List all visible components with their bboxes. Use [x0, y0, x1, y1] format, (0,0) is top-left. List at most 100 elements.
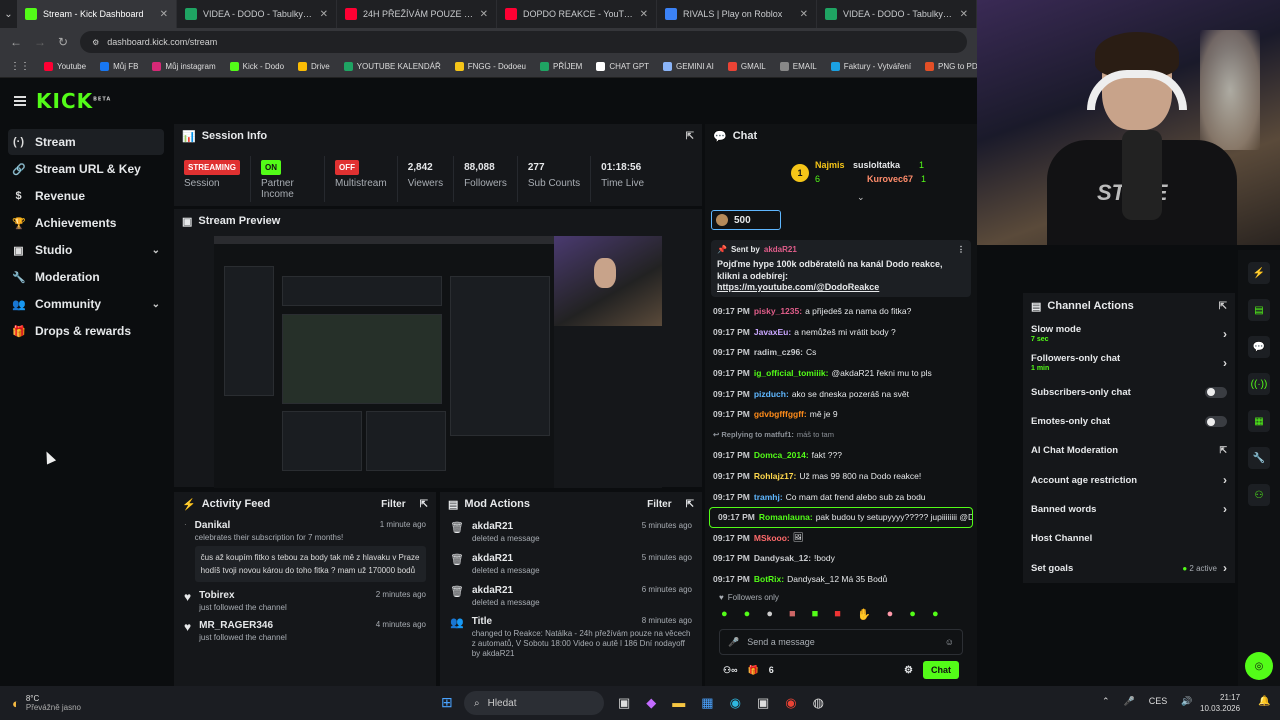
emote-icon[interactable]: ■	[834, 608, 841, 621]
chat-message[interactable]: 09:17 PM Rohlajz17: Už mas 99 800 na Dodo …	[705, 466, 977, 487]
browser-tab[interactable]: 24H PŘEŽÍVÁM POUZE NA VĚC ✕	[337, 0, 497, 28]
channel-action-banned-words[interactable]: Banned words ›	[1023, 495, 1235, 524]
bookmark-item[interactable]: PŘÍJEM	[539, 62, 582, 71]
chat-message[interactable]: 09:17 PM Romanlauna: pak budou ty setupyyy…	[709, 506, 973, 528]
task-view-icon[interactable]: ▣	[618, 695, 630, 711]
message-user[interactable]: pisky_1235:	[754, 306, 802, 316]
emote-icon[interactable]: ■	[789, 608, 796, 621]
chrome-icon[interactable]: ◉	[785, 695, 796, 711]
browser-tab[interactable]: Stream - Kick Dashboard ✕	[17, 0, 177, 28]
bookmark-item[interactable]: FNGG - Dodoeu	[454, 62, 526, 71]
sidebar-item-community[interactable]: 👥 Community ⌄	[8, 291, 164, 317]
toggle-switch[interactable]	[1205, 386, 1227, 398]
close-icon[interactable]: ✕	[480, 9, 488, 20]
close-icon[interactable]: ✕	[800, 9, 808, 20]
bookmark-item[interactable]: CHAT GPT	[596, 62, 649, 71]
language-indicator[interactable]: CES	[1149, 696, 1168, 707]
menu-icon[interactable]	[14, 94, 26, 108]
emote-icon[interactable]: ■	[812, 608, 819, 621]
copilot-icon[interactable]: ◆	[646, 695, 656, 711]
chat-message[interactable]: 09:17 PM Dandysak_12: !body	[705, 548, 977, 569]
bookmark-item[interactable]: Faktury - Vytváření	[830, 62, 911, 71]
lightning-icon[interactable]: ⚡	[1248, 262, 1270, 284]
close-icon[interactable]: ✕	[960, 9, 968, 20]
chevron-down-icon[interactable]: ⌄	[857, 192, 865, 203]
weather-widget[interactable]: ◐ 8°C Převážně jasno	[0, 694, 300, 712]
chevron-right-icon[interactable]: ›	[1223, 561, 1227, 575]
message-user[interactable]: JavaxEu:	[754, 327, 791, 337]
mic-tray-icon[interactable]: 🎤	[1124, 696, 1135, 707]
terminal-icon[interactable]: ▣	[757, 695, 769, 711]
bookmark-item[interactable]: Youtube	[44, 62, 86, 71]
store-icon[interactable]: ▦	[701, 695, 713, 711]
stream-preview-video[interactable]	[214, 236, 662, 488]
chat-message[interactable]: 09:17 PM tramhj: Co mam dat frend alebo su…	[705, 486, 977, 507]
expand-icon[interactable]: ⇱	[686, 131, 694, 142]
sidebar-item-moderation[interactable]: 🔧 Moderation	[8, 264, 164, 290]
chat-bubble-icon[interactable]: 💬	[1248, 336, 1270, 358]
chevron-down-icon[interactable]: ⌄	[152, 299, 160, 310]
external-link-icon[interactable]: ⇱	[1219, 445, 1227, 456]
message-user[interactable]: Dandysak_12:	[754, 553, 811, 563]
people-icon[interactable]: ⚇	[1248, 484, 1270, 506]
chevron-down-icon[interactable]: ⌄	[152, 245, 160, 256]
chevron-right-icon[interactable]: ›	[1223, 502, 1227, 516]
taskbar-search[interactable]: ⌕ Hledat	[464, 691, 604, 715]
layout-icon[interactable]: ▦	[1248, 410, 1270, 432]
pinned-link[interactable]: https://m.youtube.com/@DodoReakce	[717, 282, 965, 292]
bookmark-item[interactable]: EMAIL	[779, 62, 817, 71]
emote-icon[interactable]: ●	[932, 608, 939, 621]
sidebar-item-studio[interactable]: ▣ Studio ⌄	[8, 237, 164, 263]
support-icon[interactable]: ◎	[1245, 652, 1273, 680]
activity-filter-button[interactable]: Filter	[381, 499, 405, 510]
chat-message[interactable]: 09:17 PM pizduch: ako se dneska pozeráš na…	[705, 383, 977, 404]
message-user[interactable]: Domca_2014:	[754, 450, 809, 460]
channel-action-slow-mode[interactable]: Slow mode 7 sec ›	[1023, 319, 1235, 348]
clock[interactable]: 21:17 10.03.2026	[1200, 692, 1240, 714]
emote-icon[interactable]: ●	[744, 608, 751, 621]
back-icon[interactable]: ←	[10, 35, 22, 49]
activity-user[interactable]: Danikal	[195, 520, 231, 531]
toggle-switch[interactable]	[1205, 416, 1227, 428]
message-user[interactable]: radim_cz96:	[754, 347, 803, 357]
chat-message[interactable]: 09:17 PM BotRix: Dandysak_12 Má 35 Bodů	[705, 569, 977, 590]
kicks-goal[interactable]: 500	[711, 210, 781, 230]
chevron-up-icon[interactable]: ⌃	[1102, 696, 1110, 707]
close-icon[interactable]: ✕	[320, 9, 328, 20]
more-icon[interactable]: ⋮	[957, 245, 965, 254]
clipboard-icon[interactable]: ▤	[1248, 299, 1270, 321]
chat-message[interactable]: 09:17 PM pisky_1235: a přijedeš za nama do…	[705, 301, 977, 322]
expand-icon[interactable]: ⇱	[420, 499, 428, 510]
broadcast-icon[interactable]: ((·))	[1248, 373, 1270, 395]
chat-send-button[interactable]: Chat	[923, 661, 959, 680]
mod-user[interactable]: akdaR21	[472, 521, 513, 532]
chat-message[interactable]: 09:17 PM Domca_2014: fakt ???	[705, 445, 977, 466]
bookmark-item[interactable]: Kick - Dodo	[229, 62, 284, 71]
close-icon[interactable]: ✕	[640, 9, 648, 20]
speaker-icon[interactable]: 🔊	[1181, 696, 1192, 707]
edge-icon[interactable]: ◉	[730, 695, 741, 711]
channel-action-subscribers-only-chat[interactable]: Subscribers-only chat	[1023, 378, 1235, 407]
forward-icon[interactable]: →	[34, 35, 46, 49]
activity-user[interactable]: Tobirex	[199, 590, 234, 601]
chat-message[interactable]: ↩ Replying to matfuf1: máš to tam	[705, 425, 977, 446]
emote-icon[interactable]: ✋	[857, 608, 871, 621]
chevron-right-icon[interactable]: ›	[1223, 327, 1227, 341]
channel-action-emotes-only-chat[interactable]: Emotes-only chat	[1023, 407, 1235, 436]
emoji-icon[interactable]: ☺	[945, 637, 954, 647]
sidebar-item-achievements[interactable]: 🏆 Achievements	[8, 210, 164, 236]
sidebar-item-drops-rewards[interactable]: 🎁 Drops & rewards	[8, 318, 164, 344]
chat-message[interactable]: 09:17 PM gdvbgfffggff: mě je 9	[705, 404, 977, 425]
message-user[interactable]: BotRix:	[754, 574, 784, 584]
emote-icon[interactable]: ●	[887, 608, 894, 621]
url-field[interactable]: ⚙ dashboard.kick.com/stream	[80, 31, 967, 53]
bookmark-item[interactable]: PNG to PDF	[925, 62, 983, 71]
emote-icon[interactable]: ●	[766, 608, 773, 621]
chat-message[interactable]: 09:17 PM ig_official_tomiiik: @akdaR21 řek…	[705, 363, 977, 384]
sidebar-item-revenue[interactable]: $ Revenue	[8, 183, 164, 209]
message-user[interactable]: MSkooo:	[754, 533, 790, 543]
sidebar-item-stream[interactable]: (·) Stream	[8, 129, 164, 155]
browser-tab[interactable]: DOPDO REAKCE - YouTube ✕	[497, 0, 657, 28]
bookmark-item[interactable]: Můj FB	[100, 62, 138, 71]
chat-message[interactable]: 09:17 PM MSkooo: 🖼	[705, 528, 977, 549]
